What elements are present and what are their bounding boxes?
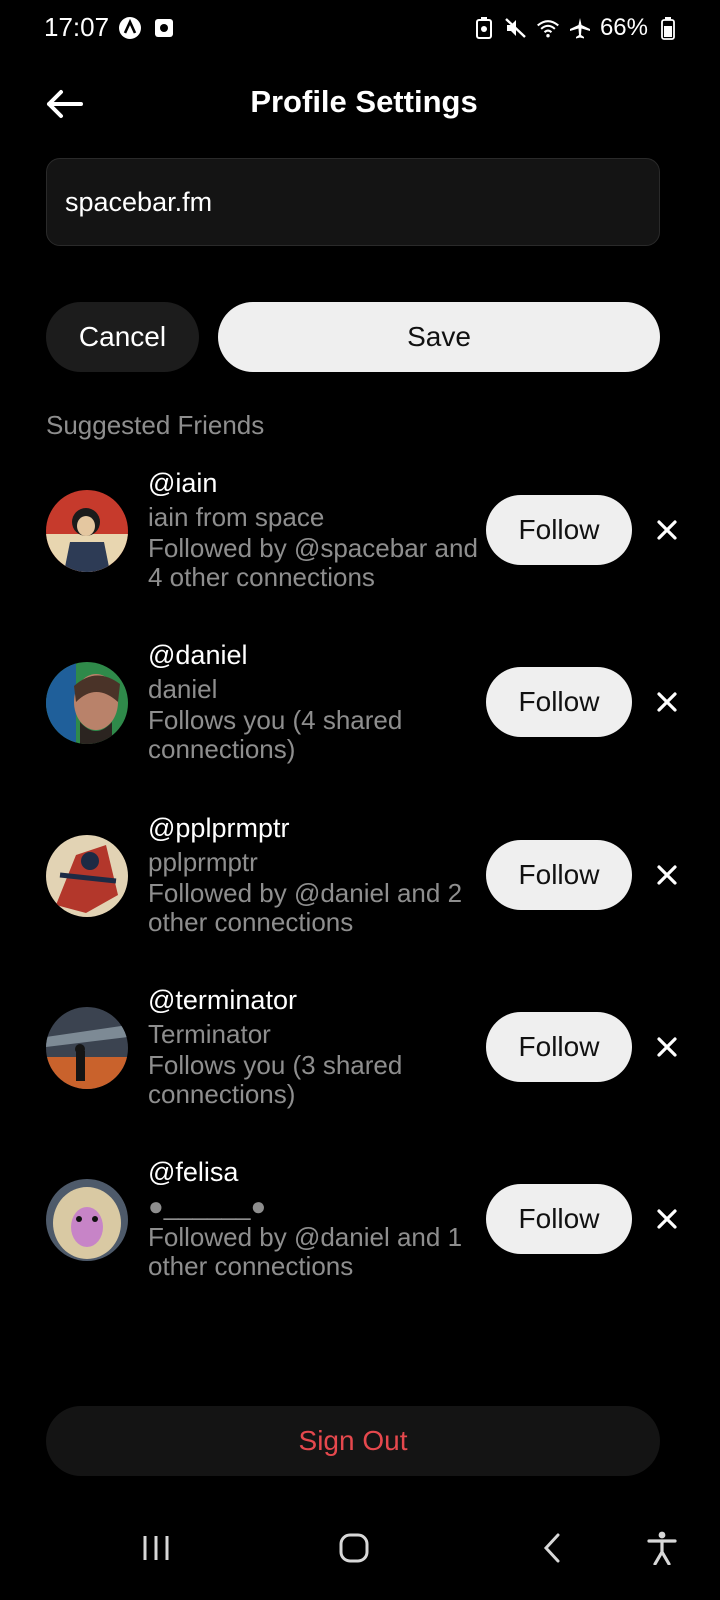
avatar[interactable]: [46, 662, 128, 744]
cancel-button[interactable]: Cancel: [46, 302, 199, 372]
friend-text: @iain iain from space Followed by @space…: [148, 466, 488, 592]
friend-connection-note: Follows you (4 shared connections): [148, 705, 403, 764]
accessibility-icon: [647, 1531, 677, 1565]
sign-out-button[interactable]: Sign Out: [46, 1406, 660, 1476]
notification-a-icon: [118, 16, 142, 40]
friend-connection-note: Followed by @spacebar and 4 other connec…: [148, 533, 478, 592]
close-icon: [657, 865, 677, 885]
friend-name: Terminator: [148, 1019, 271, 1049]
system-nav-bar: [0, 1500, 720, 1600]
home-icon: [339, 1533, 369, 1563]
screen: 17:07 66% Profile Settings spacebar.fm C…: [0, 0, 720, 1600]
friend-handle[interactable]: @daniel: [148, 638, 488, 672]
status-right-icons: 66%: [472, 14, 680, 42]
website-field[interactable]: [46, 158, 660, 246]
friend-name: ●______●: [148, 1191, 267, 1221]
close-icon: [657, 1037, 677, 1057]
status-time: 17:07: [44, 12, 110, 42]
recents-icon: [143, 1536, 169, 1560]
follow-button[interactable]: Follow: [486, 667, 632, 737]
save-button[interactable]: Save: [218, 302, 660, 372]
suggested-friends-title: Suggested Friends: [46, 410, 265, 440]
dismiss-button[interactable]: [648, 1028, 686, 1066]
friend-text: @felisa ●______● Followed by @daniel and…: [148, 1155, 488, 1281]
friend-connection-note: Followed by @daniel and 2 other connecti…: [148, 878, 463, 937]
status-bar: 17:07 66%: [0, 0, 720, 58]
follow-button[interactable]: Follow: [486, 840, 632, 910]
friend-connection-note: Follows you (3 shared connections): [148, 1050, 403, 1109]
status-left-icons: [118, 16, 176, 40]
back-icon: [543, 1533, 560, 1563]
dismiss-button[interactable]: [648, 683, 686, 721]
follow-button[interactable]: Follow: [486, 1012, 632, 1082]
friend-handle[interactable]: @felisa: [148, 1155, 488, 1189]
list-item: @pplprmptr pplprmptr Followed by @daniel…: [0, 807, 720, 957]
wifi-icon: [536, 16, 560, 40]
battery-icon: [656, 16, 680, 40]
airplane-icon: [568, 16, 592, 40]
dismiss-button[interactable]: [648, 1200, 686, 1238]
list-item: @daniel daniel Follows you (4 shared con…: [0, 634, 720, 784]
dismiss-button[interactable]: [648, 856, 686, 894]
battery-saver-icon: [472, 16, 496, 40]
friend-name: daniel: [148, 674, 218, 704]
list-item: @iain iain from space Followed by @space…: [0, 462, 720, 612]
close-icon: [657, 520, 677, 540]
friend-handle[interactable]: @terminator: [148, 983, 488, 1017]
friend-connection-note: Followed by @daniel and 1 other connecti…: [148, 1222, 463, 1281]
home-button[interactable]: [326, 1522, 382, 1574]
friend-text: @pplprmptr pplprmptr Followed by @daniel…: [148, 811, 488, 937]
page-title: Profile Settings: [250, 84, 478, 119]
friend-text: @daniel daniel Follows you (4 shared con…: [148, 638, 488, 764]
follow-button[interactable]: Follow: [486, 1184, 632, 1254]
system-back-button[interactable]: [524, 1522, 580, 1574]
accessibility-button[interactable]: [634, 1522, 690, 1574]
avatar[interactable]: [46, 490, 128, 572]
recents-button[interactable]: [128, 1522, 184, 1574]
avatar[interactable]: [46, 835, 128, 917]
list-item: @felisa ●______● Followed by @daniel and…: [0, 1151, 720, 1301]
mute-icon: [504, 16, 528, 40]
notification-square-icon: [152, 16, 176, 40]
friend-handle[interactable]: @iain: [148, 466, 488, 500]
list-item: @terminator Terminator Follows you (3 sh…: [0, 979, 720, 1129]
friend-name: iain from space: [148, 502, 325, 532]
header: Profile Settings: [0, 70, 720, 140]
battery-percent: 66%: [599, 14, 648, 41]
website-input[interactable]: [65, 186, 641, 218]
avatar[interactable]: [46, 1179, 128, 1261]
friend-text: @terminator Terminator Follows you (3 sh…: [148, 983, 488, 1109]
friend-name: pplprmptr: [148, 847, 258, 877]
friend-handle[interactable]: @pplprmptr: [148, 811, 488, 845]
follow-button[interactable]: Follow: [486, 495, 632, 565]
close-icon: [657, 692, 677, 712]
dismiss-button[interactable]: [648, 511, 686, 549]
close-icon: [657, 1209, 677, 1229]
avatar[interactable]: [46, 1007, 128, 1089]
